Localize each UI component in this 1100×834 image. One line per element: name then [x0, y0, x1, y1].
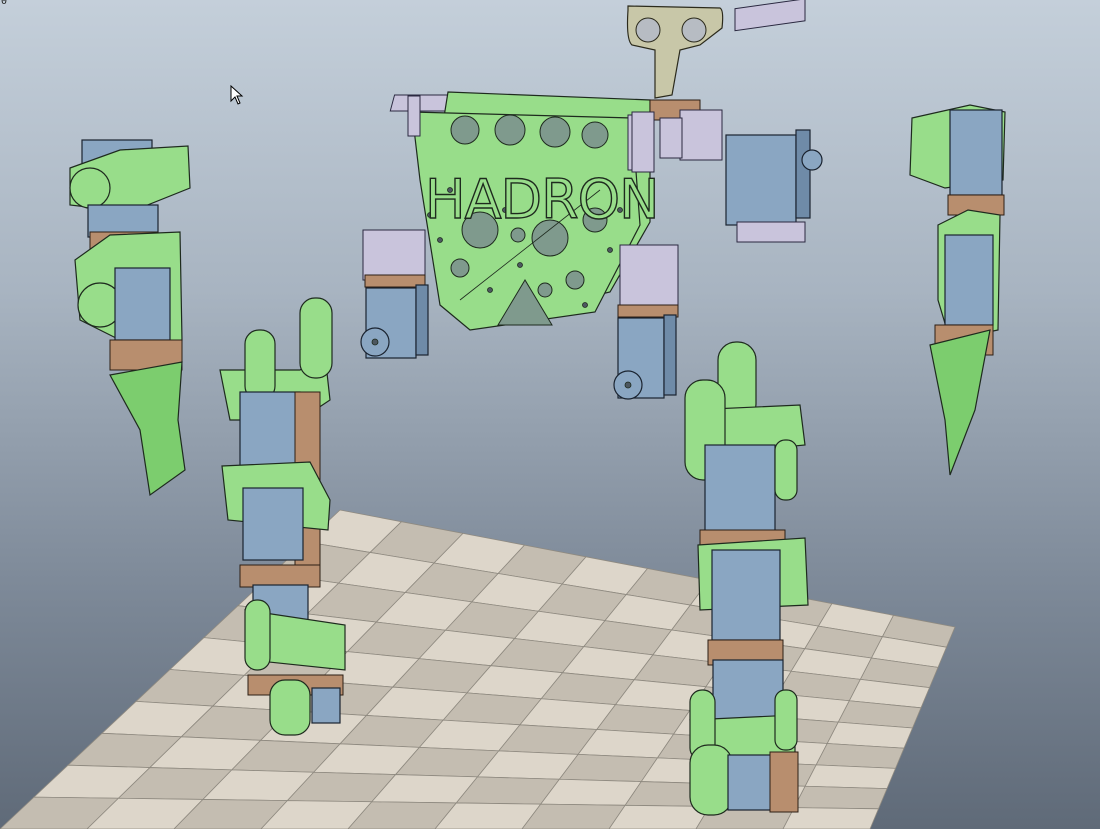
scene-svg: HADRON — [0, 0, 1006, 830]
right-shoulder-servo[interactable] — [725, 0, 823, 243]
mouse-pointer-arrow-icon — [230, 85, 244, 105]
hadron-logo-text: HADRON — [425, 168, 659, 231]
chest-plate[interactable]: HADRON — [389, 91, 660, 331]
head-bracket[interactable] — [626, 5, 724, 173]
floor-grid[interactable] — [0, 509, 956, 830]
floor-tile — [815, 743, 905, 769]
right-hip-servo[interactable] — [613, 244, 679, 400]
floor-tile — [804, 764, 897, 790]
left-arm[interactable] — [69, 139, 191, 497]
left-hip-servo[interactable] — [360, 229, 429, 359]
3d-viewport[interactable]: 0 HADRON — [0, 0, 1100, 830]
corner-label: 0 — [1, 0, 8, 7]
right-arm[interactable] — [909, 104, 1006, 476]
right-leg[interactable] — [684, 341, 809, 816]
floor-tile — [793, 785, 888, 810]
floor-tile — [521, 803, 626, 830]
